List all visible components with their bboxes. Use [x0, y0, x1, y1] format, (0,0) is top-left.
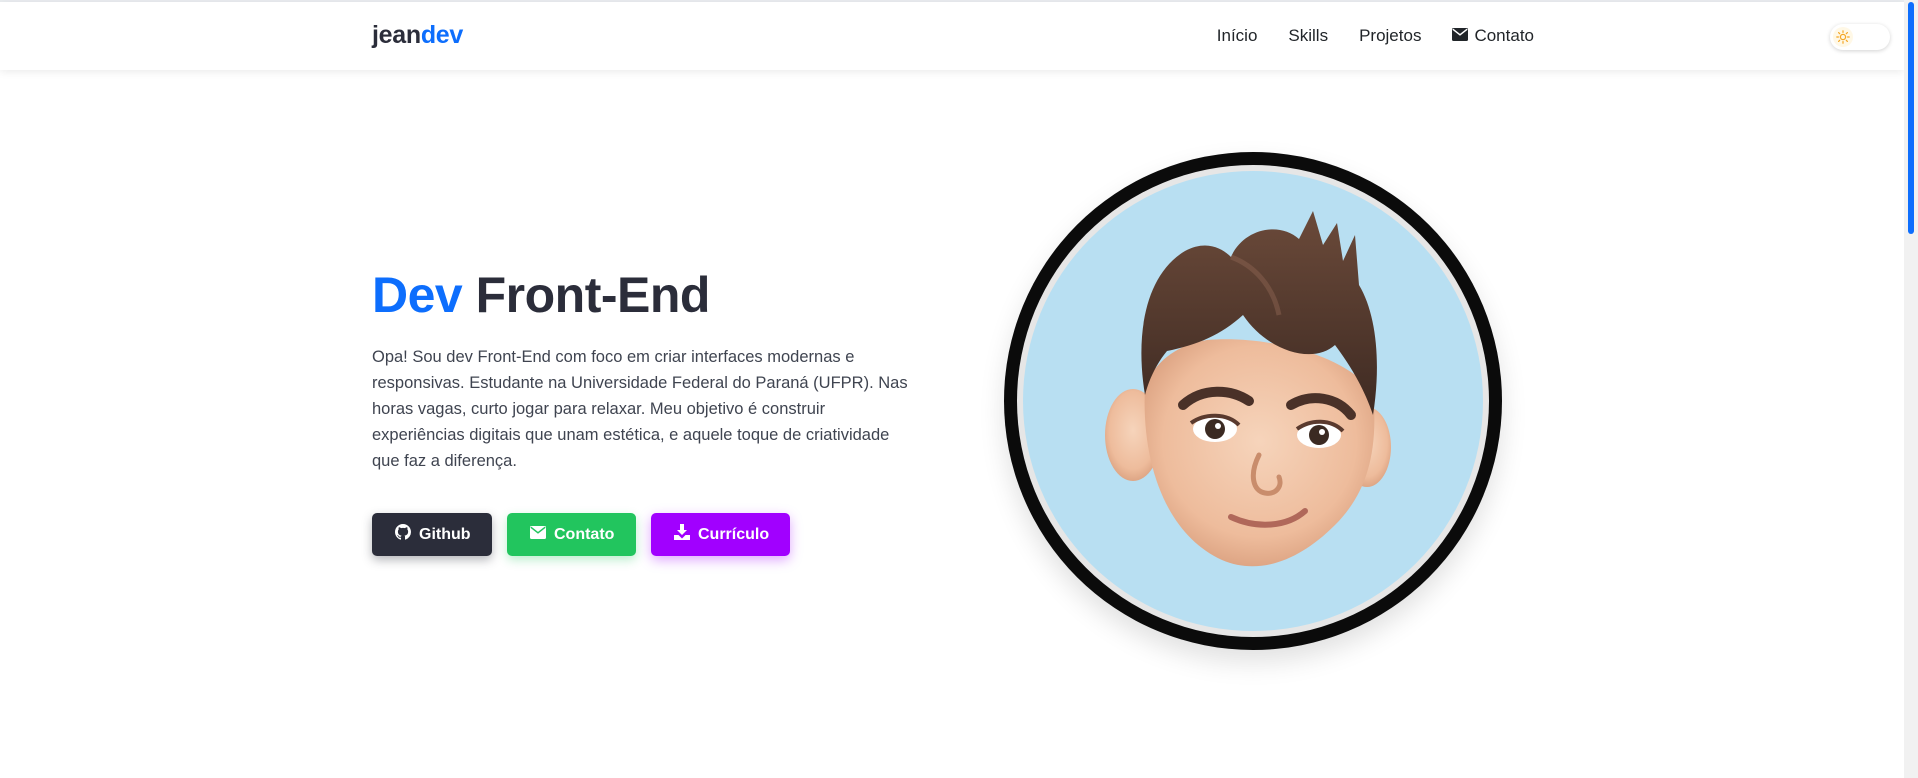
theme-toggle[interactable] — [1830, 24, 1890, 50]
memoji-avatar-image — [1023, 171, 1483, 631]
brand-logo[interactable]: jeandev — [372, 21, 463, 50]
nav-link-projetos[interactable]: Projetos — [1359, 26, 1421, 46]
hero-title-rest: Front-End — [475, 267, 711, 323]
nav-link-label: Contato — [1474, 26, 1534, 45]
avatar-frame — [1004, 152, 1502, 650]
nav-link-label: Projetos — [1359, 26, 1422, 45]
envelope-icon — [530, 525, 546, 544]
contact-button-label: Contato — [554, 525, 615, 543]
envelope-icon — [1452, 26, 1469, 46]
hero-title-accent: Dev — [372, 267, 463, 323]
nav-link-contato[interactable]: Contato — [1452, 26, 1534, 46]
nav-links: Início Skills Projetos Contato — [1217, 26, 1534, 46]
github-button[interactable]: Github — [372, 513, 492, 556]
avatar — [1017, 165, 1489, 637]
hero-title: Dev Front-End — [372, 266, 710, 324]
nav-link-label: Skills — [1288, 26, 1329, 45]
brand-part1: jean — [372, 21, 421, 49]
navbar: jeandev Início Skills Projetos Contato — [0, 2, 1904, 70]
download-cv-button-label: Currículo — [698, 525, 770, 543]
github-icon — [395, 524, 411, 545]
nav-link-label: Início — [1216, 26, 1258, 45]
nav-link-skills[interactable]: Skills — [1288, 26, 1328, 46]
nav-link-inicio[interactable]: Início — [1217, 26, 1258, 46]
scrollbar-thumb[interactable] — [1908, 2, 1914, 234]
contact-button[interactable]: Contato — [507, 513, 636, 556]
github-button-label: Github — [419, 525, 471, 543]
hero-buttons: Github Contato Currículo — [372, 513, 790, 556]
brand-part2: dev — [420, 21, 464, 49]
download-icon — [674, 524, 690, 545]
hero-description: Opa! Sou dev Front-End com foco em criar… — [372, 348, 908, 470]
sun-icon — [1833, 27, 1853, 47]
download-cv-button[interactable]: Currículo — [651, 513, 790, 556]
